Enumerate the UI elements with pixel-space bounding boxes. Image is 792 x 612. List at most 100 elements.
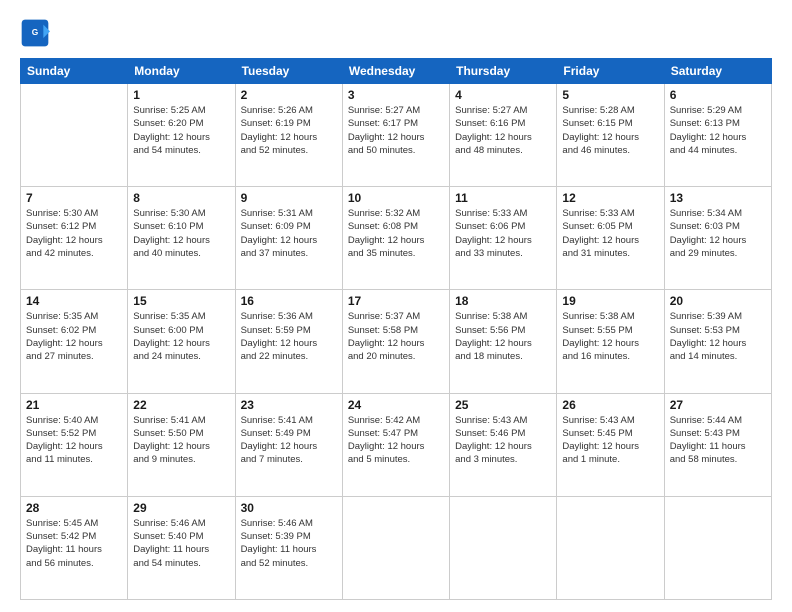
calendar-cell: 27Sunrise: 5:44 AM Sunset: 5:43 PM Dayli… bbox=[664, 393, 771, 496]
day-number: 5 bbox=[562, 88, 658, 102]
calendar-cell: 14 Sunrise: 5:35 AM Sunset: 6:02 PM Dayli… bbox=[21, 290, 128, 393]
day-info: Sunrise: 5:33 AM Sunset: 6:06 PM Dayligh… bbox=[455, 207, 551, 260]
calendar-cell bbox=[450, 496, 557, 599]
day-number: 18 bbox=[455, 294, 551, 308]
calendar-cell: 22 Sunrise: 5:41 AM Sunset: 5:50 PM Dayli… bbox=[128, 393, 235, 496]
day-number: 14 bbox=[26, 294, 122, 308]
page: G SundayMondayTuesdayWednesdayThursdayFr… bbox=[0, 0, 792, 612]
calendar-cell: 5Sunrise: 5:28 AM Sunset: 6:15 PM Daylig… bbox=[557, 84, 664, 187]
day-number: 28 bbox=[26, 501, 122, 515]
day-info: Sunrise: 5:35 AM Sunset: 6:02 PM Dayligh… bbox=[26, 310, 122, 363]
calendar-cell bbox=[342, 496, 449, 599]
calendar-cell: 9 Sunrise: 5:31 AM Sunset: 6:09 PM Daylig… bbox=[235, 187, 342, 290]
day-info: Sunrise: 5:37 AM Sunset: 5:58 PM Dayligh… bbox=[348, 310, 444, 363]
logo: G bbox=[20, 18, 54, 48]
calendar-cell bbox=[21, 84, 128, 187]
calendar-cell: 11 Sunrise: 5:33 AM Sunset: 6:06 PM Dayli… bbox=[450, 187, 557, 290]
day-info: Sunrise: 5:44 AM Sunset: 5:43 PM Dayligh… bbox=[670, 414, 766, 467]
calendar-header-friday: Friday bbox=[557, 59, 664, 84]
calendar-cell: 15 Sunrise: 5:35 AM Sunset: 6:00 PM Dayli… bbox=[128, 290, 235, 393]
calendar-cell: 29 Sunrise: 5:46 AM Sunset: 5:40 PM Dayli… bbox=[128, 496, 235, 599]
day-info: Sunrise: 5:34 AM Sunset: 6:03 PM Dayligh… bbox=[670, 207, 766, 260]
day-info: Sunrise: 5:39 AM Sunset: 5:53 PM Dayligh… bbox=[670, 310, 766, 363]
day-number: 25 bbox=[455, 398, 551, 412]
day-info: Sunrise: 5:27 AM Sunset: 6:17 PM Dayligh… bbox=[348, 104, 444, 157]
calendar-cell: 13 Sunrise: 5:34 AM Sunset: 6:03 PM Dayli… bbox=[664, 187, 771, 290]
day-number: 11 bbox=[455, 191, 551, 205]
day-info: Sunrise: 5:32 AM Sunset: 6:08 PM Dayligh… bbox=[348, 207, 444, 260]
calendar-header-row: SundayMondayTuesdayWednesdayThursdayFrid… bbox=[21, 59, 772, 84]
day-number: 19 bbox=[562, 294, 658, 308]
calendar-header-wednesday: Wednesday bbox=[342, 59, 449, 84]
day-number: 1 bbox=[133, 88, 229, 102]
day-number: 13 bbox=[670, 191, 766, 205]
calendar-week-row: 1Sunrise: 5:25 AM Sunset: 6:20 PM Daylig… bbox=[21, 84, 772, 187]
day-info: Sunrise: 5:35 AM Sunset: 6:00 PM Dayligh… bbox=[133, 310, 229, 363]
day-info: Sunrise: 5:46 AM Sunset: 5:40 PM Dayligh… bbox=[133, 517, 229, 570]
day-info: Sunrise: 5:38 AM Sunset: 5:56 PM Dayligh… bbox=[455, 310, 551, 363]
day-info: Sunrise: 5:36 AM Sunset: 5:59 PM Dayligh… bbox=[241, 310, 337, 363]
day-info: Sunrise: 5:30 AM Sunset: 6:10 PM Dayligh… bbox=[133, 207, 229, 260]
calendar-cell: 18 Sunrise: 5:38 AM Sunset: 5:56 PM Dayli… bbox=[450, 290, 557, 393]
calendar-cell: 12 Sunrise: 5:33 AM Sunset: 6:05 PM Dayli… bbox=[557, 187, 664, 290]
day-number: 12 bbox=[562, 191, 658, 205]
calendar-header-sunday: Sunday bbox=[21, 59, 128, 84]
calendar-cell: 8 Sunrise: 5:30 AM Sunset: 6:10 PM Daylig… bbox=[128, 187, 235, 290]
day-info: Sunrise: 5:45 AM Sunset: 5:42 PM Dayligh… bbox=[26, 517, 122, 570]
calendar-cell: 3 Sunrise: 5:27 AM Sunset: 6:17 PM Daylig… bbox=[342, 84, 449, 187]
calendar-header-thursday: Thursday bbox=[450, 59, 557, 84]
day-info: Sunrise: 5:33 AM Sunset: 6:05 PM Dayligh… bbox=[562, 207, 658, 260]
day-number: 9 bbox=[241, 191, 337, 205]
calendar-table: SundayMondayTuesdayWednesdayThursdayFrid… bbox=[20, 58, 772, 600]
day-number: 15 bbox=[133, 294, 229, 308]
logo-icon: G bbox=[20, 18, 50, 48]
calendar-cell: 21 Sunrise: 5:40 AM Sunset: 5:52 PM Dayli… bbox=[21, 393, 128, 496]
svg-text:G: G bbox=[32, 27, 38, 37]
day-number: 21 bbox=[26, 398, 122, 412]
calendar-cell: 19 Sunrise: 5:38 AM Sunset: 5:55 PM Dayli… bbox=[557, 290, 664, 393]
calendar-header-monday: Monday bbox=[128, 59, 235, 84]
day-info: Sunrise: 5:27 AM Sunset: 6:16 PM Dayligh… bbox=[455, 104, 551, 157]
day-number: 22 bbox=[133, 398, 229, 412]
calendar-cell: 25 Sunrise: 5:43 AM Sunset: 5:46 PM Dayli… bbox=[450, 393, 557, 496]
day-number: 17 bbox=[348, 294, 444, 308]
day-info: Sunrise: 5:41 AM Sunset: 5:50 PM Dayligh… bbox=[133, 414, 229, 467]
day-number: 24 bbox=[348, 398, 444, 412]
day-number: 23 bbox=[241, 398, 337, 412]
day-number: 30 bbox=[241, 501, 337, 515]
calendar-header-saturday: Saturday bbox=[664, 59, 771, 84]
header: G bbox=[20, 18, 772, 48]
calendar-cell: 6Sunrise: 5:29 AM Sunset: 6:13 PM Daylig… bbox=[664, 84, 771, 187]
calendar-cell bbox=[557, 496, 664, 599]
calendar-cell: 7Sunrise: 5:30 AM Sunset: 6:12 PM Daylig… bbox=[21, 187, 128, 290]
calendar-week-row: 28 Sunrise: 5:45 AM Sunset: 5:42 PM Dayli… bbox=[21, 496, 772, 599]
calendar-cell: 30 Sunrise: 5:46 AM Sunset: 5:39 PM Dayli… bbox=[235, 496, 342, 599]
day-number: 2 bbox=[241, 88, 337, 102]
day-number: 29 bbox=[133, 501, 229, 515]
calendar-cell: 1Sunrise: 5:25 AM Sunset: 6:20 PM Daylig… bbox=[128, 84, 235, 187]
calendar-header-tuesday: Tuesday bbox=[235, 59, 342, 84]
day-info: Sunrise: 5:26 AM Sunset: 6:19 PM Dayligh… bbox=[241, 104, 337, 157]
day-info: Sunrise: 5:43 AM Sunset: 5:45 PM Dayligh… bbox=[562, 414, 658, 467]
calendar-cell: 23 Sunrise: 5:41 AM Sunset: 5:49 PM Dayli… bbox=[235, 393, 342, 496]
day-info: Sunrise: 5:29 AM Sunset: 6:13 PM Dayligh… bbox=[670, 104, 766, 157]
day-info: Sunrise: 5:46 AM Sunset: 5:39 PM Dayligh… bbox=[241, 517, 337, 570]
day-info: Sunrise: 5:40 AM Sunset: 5:52 PM Dayligh… bbox=[26, 414, 122, 467]
day-number: 10 bbox=[348, 191, 444, 205]
calendar-cell: 20Sunrise: 5:39 AM Sunset: 5:53 PM Dayli… bbox=[664, 290, 771, 393]
day-number: 3 bbox=[348, 88, 444, 102]
calendar-cell: 24 Sunrise: 5:42 AM Sunset: 5:47 PM Dayli… bbox=[342, 393, 449, 496]
day-number: 7 bbox=[26, 191, 122, 205]
calendar-cell: 2 Sunrise: 5:26 AM Sunset: 6:19 PM Daylig… bbox=[235, 84, 342, 187]
day-number: 4 bbox=[455, 88, 551, 102]
calendar-cell: 26Sunrise: 5:43 AM Sunset: 5:45 PM Dayli… bbox=[557, 393, 664, 496]
calendar-cell: 16 Sunrise: 5:36 AM Sunset: 5:59 PM Dayli… bbox=[235, 290, 342, 393]
day-number: 8 bbox=[133, 191, 229, 205]
day-info: Sunrise: 5:43 AM Sunset: 5:46 PM Dayligh… bbox=[455, 414, 551, 467]
day-info: Sunrise: 5:42 AM Sunset: 5:47 PM Dayligh… bbox=[348, 414, 444, 467]
day-info: Sunrise: 5:31 AM Sunset: 6:09 PM Dayligh… bbox=[241, 207, 337, 260]
day-number: 16 bbox=[241, 294, 337, 308]
calendar-cell: 10 Sunrise: 5:32 AM Sunset: 6:08 PM Dayli… bbox=[342, 187, 449, 290]
day-info: Sunrise: 5:41 AM Sunset: 5:49 PM Dayligh… bbox=[241, 414, 337, 467]
day-info: Sunrise: 5:38 AM Sunset: 5:55 PM Dayligh… bbox=[562, 310, 658, 363]
